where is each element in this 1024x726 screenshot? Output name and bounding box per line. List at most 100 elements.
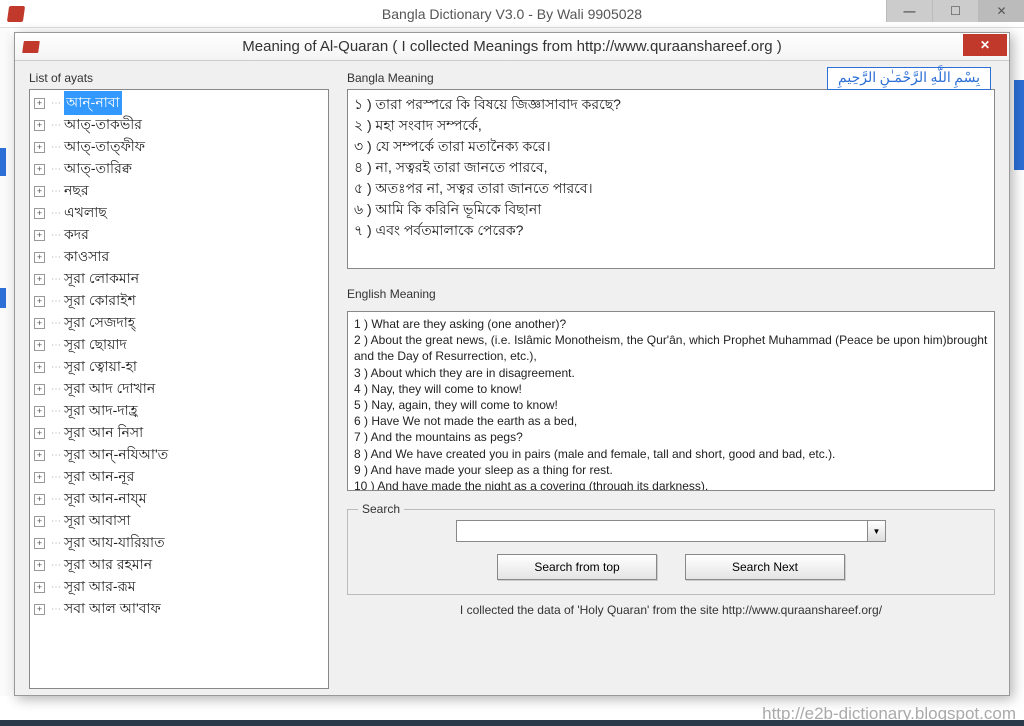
tree-item[interactable]: +⋯সূরা আর-রূম: [30, 576, 328, 598]
tree-item-label: সূরা ত্বোয়া-হা: [64, 355, 137, 379]
tree-item-label: আত্-তারিক্ব: [64, 157, 132, 181]
search-next-button[interactable]: Search Next: [685, 554, 845, 580]
tree-item[interactable]: +⋯আত্-তাকভীর: [30, 114, 328, 136]
expand-icon[interactable]: +: [34, 384, 45, 395]
tree-item[interactable]: +⋯আন্-নাবা: [30, 92, 328, 114]
english-line: 9 ) And have made your sleep as a thing …: [354, 462, 988, 478]
english-line: 2 ) About the great news, (i.e. Islâmic …: [354, 332, 988, 364]
english-line: 1 ) What are they asking (one another)?: [354, 316, 988, 332]
ayat-list-label: List of ayats: [29, 71, 329, 85]
tree-item[interactable]: +⋯আত্-তাত্ফীফ: [30, 136, 328, 158]
ayat-tree[interactable]: +⋯আন্-নাবা+⋯আত্-তাকভীর+⋯আত্-তাত্ফীফ+⋯আত্…: [29, 89, 329, 689]
tree-item[interactable]: +⋯সূরা আদ দোখান: [30, 378, 328, 400]
expand-icon[interactable]: +: [34, 516, 45, 527]
chevron-down-icon[interactable]: ▼: [867, 521, 885, 541]
tree-item[interactable]: +⋯সূরা আদ-দাহ্র: [30, 400, 328, 422]
expand-icon[interactable]: +: [34, 164, 45, 175]
maximize-button[interactable]: [932, 0, 978, 22]
tree-item-label: আত্-তাকভীর: [64, 113, 142, 137]
tree-item[interactable]: +⋯সূরা আন্-নযিআ'ত: [30, 444, 328, 466]
expand-icon[interactable]: +: [34, 362, 45, 373]
expand-icon[interactable]: +: [34, 120, 45, 131]
expand-icon[interactable]: +: [34, 340, 45, 351]
english-line: 5 ) Nay, again, they will come to know!: [354, 397, 988, 413]
tree-item[interactable]: +⋯সূরা আন-নায্ম: [30, 488, 328, 510]
expand-icon[interactable]: +: [34, 98, 45, 109]
expand-icon[interactable]: +: [34, 428, 45, 439]
english-line: 10 ) And have made the night as a coveri…: [354, 478, 988, 491]
english-line: 6 ) Have We not made the earth as a bed,: [354, 413, 988, 429]
main-window-title: Bangla Dictionary V3.0 - By Wali 9905028: [0, 6, 1024, 22]
expand-icon[interactable]: +: [34, 208, 45, 219]
expand-icon[interactable]: +: [34, 274, 45, 285]
tree-item-label: সূরা আয-যারিয়াত: [64, 531, 165, 555]
search-combobox[interactable]: ▼: [456, 520, 886, 542]
tree-item-label: আত্-তাত্ফীফ: [64, 135, 145, 159]
background-right-edge: [1014, 80, 1024, 170]
expand-icon[interactable]: +: [34, 186, 45, 197]
expand-icon[interactable]: +: [34, 252, 45, 263]
expand-icon[interactable]: +: [34, 142, 45, 153]
tree-item[interactable]: +⋯সূরা আর রহমান: [30, 554, 328, 576]
expand-icon[interactable]: +: [34, 406, 45, 417]
tree-item-label: সূরা আর-রূম: [64, 575, 136, 599]
minimize-button[interactable]: [886, 0, 932, 22]
tree-item[interactable]: +⋯কদর: [30, 224, 328, 246]
english-meaning-label: English Meaning: [347, 287, 995, 301]
tree-item[interactable]: +⋯সূরা আন নিসা: [30, 422, 328, 444]
tree-item-label: সূরা আদ-দাহ্র: [64, 399, 138, 423]
expand-icon[interactable]: +: [34, 494, 45, 505]
tree-item-label: সূরা আবাসা: [64, 509, 130, 533]
expand-icon[interactable]: +: [34, 472, 45, 483]
tree-item-label: সূরা ছোয়াদ: [64, 333, 127, 357]
dialog-close-button[interactable]: ✕: [963, 34, 1007, 56]
expand-icon[interactable]: +: [34, 318, 45, 329]
english-line: 7 ) And the mountains as pegs?: [354, 429, 988, 445]
expand-icon[interactable]: +: [34, 604, 45, 615]
quran-meaning-dialog: Meaning of Al-Quaran ( I collected Meani…: [14, 32, 1010, 696]
tree-item-label: সূরা আন-নায্ম: [64, 487, 147, 511]
tree-item[interactable]: +⋯সূরা কোরাইশ: [30, 290, 328, 312]
english-line: 8 ) And We have created you in pairs (ma…: [354, 446, 988, 462]
tree-item[interactable]: +⋯সবা আল আ'বাফ: [30, 598, 328, 620]
tree-item[interactable]: +⋯সূরা ছোয়াদ: [30, 334, 328, 356]
expand-icon[interactable]: +: [34, 582, 45, 593]
tree-item[interactable]: +⋯সূরা সেজদাহ্: [30, 312, 328, 334]
tree-item-label: সূরা আন-নূর: [64, 465, 134, 489]
tree-item[interactable]: +⋯সূরা আবাসা: [30, 510, 328, 532]
english-line: 3 ) About which they are in disagreement…: [354, 365, 988, 381]
tree-item[interactable]: +⋯সূরা আন-নূর: [30, 466, 328, 488]
expand-icon[interactable]: +: [34, 230, 45, 241]
expand-icon[interactable]: +: [34, 296, 45, 307]
dialog-title: Meaning of Al-Quaran ( I collected Meani…: [15, 38, 1009, 55]
tree-item-label: নছর: [64, 179, 89, 203]
english-line: 4 ) Nay, they will come to know!: [354, 381, 988, 397]
tree-item-label: কাওসার: [64, 245, 109, 269]
english-meaning-textbox[interactable]: 1 ) What are they asking (one another)?2…: [347, 311, 995, 491]
tree-item[interactable]: +⋯নছর: [30, 180, 328, 202]
search-input[interactable]: [457, 521, 867, 541]
tree-item[interactable]: +⋯সূরা লোকমান: [30, 268, 328, 290]
tree-item-label: আন্-নাবা: [64, 91, 122, 115]
footer-credit: I collected the data of 'Holy Quaran' fr…: [347, 603, 995, 617]
tree-item[interactable]: +⋯এখলাছ: [30, 202, 328, 224]
tree-item[interactable]: +⋯আত্-তারিক্ব: [30, 158, 328, 180]
tree-item[interactable]: +⋯সূরা ত্বোয়া-হা: [30, 356, 328, 378]
expand-icon[interactable]: +: [34, 450, 45, 461]
tree-item-label: সূরা কোরাইশ: [64, 289, 136, 313]
search-legend: Search: [358, 502, 404, 516]
background-left-edge: [0, 28, 10, 696]
bismillah-label: بِسْمِ اللَّهِ الرَّحْمَـٰنِ الرَّحِيمِ: [827, 67, 991, 90]
search-from-top-button[interactable]: Search from top: [497, 554, 657, 580]
bangla-line: ২ ) মহা সংবাদ সম্পর্কে,: [354, 115, 988, 136]
bangla-meaning-textbox[interactable]: ১ ) তারা পরস্পরে কি বিষয়ে জিজ্ঞাসাবাদ ক…: [347, 89, 995, 269]
close-button[interactable]: [978, 0, 1024, 22]
tree-item-label: সবা আল আ'বাফ: [64, 597, 161, 621]
tree-item[interactable]: +⋯সূরা আয-যারিয়াত: [30, 532, 328, 554]
dialog-titlebar[interactable]: Meaning of Al-Quaran ( I collected Meani…: [15, 33, 1009, 61]
tree-item[interactable]: +⋯কাওসার: [30, 246, 328, 268]
tree-item-label: সূরা সেজদাহ্: [64, 311, 135, 335]
expand-icon[interactable]: +: [34, 538, 45, 549]
expand-icon[interactable]: +: [34, 560, 45, 571]
bangla-line: ৩ ) যে সম্পর্কে তারা মতানৈক্য করে।: [354, 136, 988, 157]
